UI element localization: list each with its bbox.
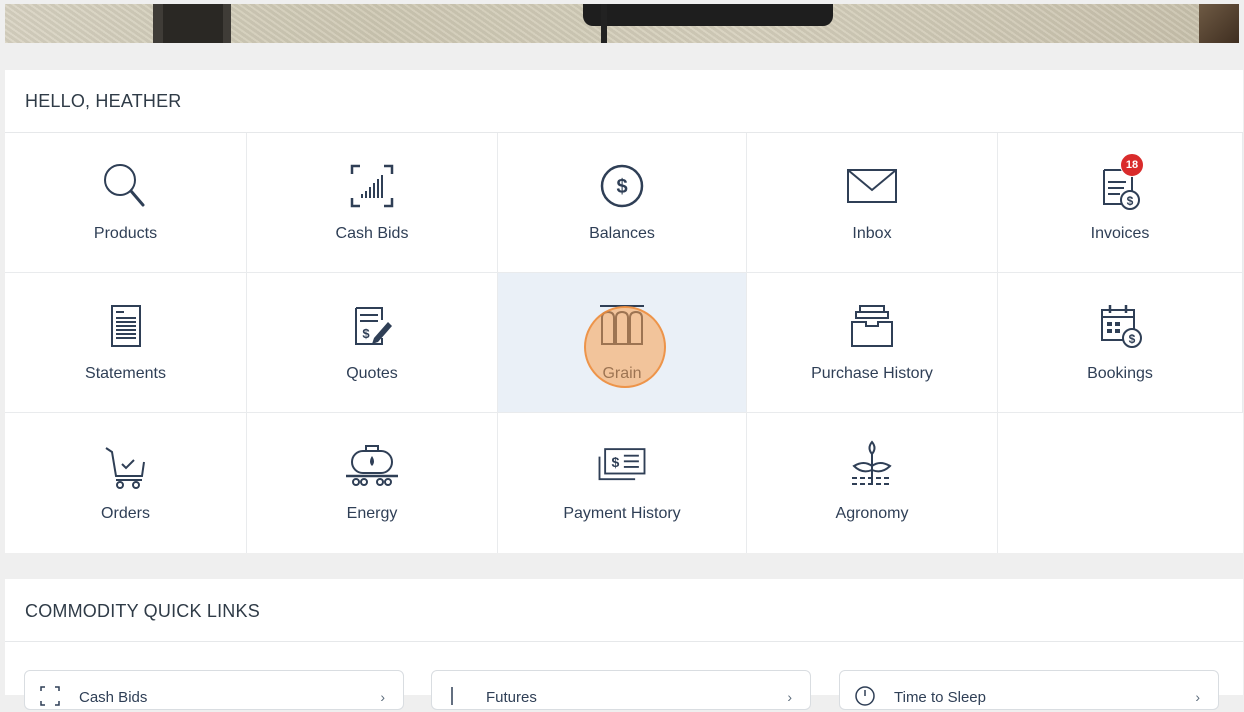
cart-icon	[96, 439, 156, 493]
hero-banner-image	[5, 4, 1239, 43]
grain-bins-icon	[592, 299, 652, 353]
search-icon	[96, 159, 156, 213]
svg-text:$: $	[1129, 332, 1136, 346]
tile-label: Statements	[85, 365, 166, 382]
svg-text:$: $	[612, 454, 620, 470]
quick-link-time-to-sleep[interactable]: Time to Sleep ›	[839, 670, 1219, 710]
tile-label: Quotes	[346, 365, 398, 382]
tile-label: Agronomy	[835, 505, 909, 522]
quick-links-title: COMMODITY QUICK LINKS	[25, 601, 260, 621]
svg-text:$: $	[616, 176, 627, 198]
tile-purchase-history[interactable]: Purchase History	[747, 273, 998, 413]
tile-label: Energy	[346, 505, 398, 522]
statement-icon	[96, 299, 156, 353]
quick-link-label: Futures	[486, 689, 537, 706]
quote-icon: $	[342, 299, 402, 353]
dollar-circle-icon: $	[592, 159, 652, 213]
svg-text:$: $	[1127, 194, 1134, 208]
quick-link-cash-bids[interactable]: Cash Bids ›	[24, 670, 404, 710]
tile-bookings[interactable]: $ Bookings	[998, 273, 1243, 413]
invoice-icon: $ 18	[1090, 153, 1150, 213]
envelope-icon	[842, 159, 902, 213]
tile-products[interactable]: Products	[5, 133, 247, 273]
tile-quotes[interactable]: $ Quotes	[247, 273, 498, 413]
clock-icon	[854, 685, 876, 712]
tanker-icon	[342, 439, 402, 493]
calendar-dollar-icon: $	[1090, 299, 1150, 353]
tile-invoices[interactable]: $ 18 Invoices	[998, 133, 1243, 273]
tile-payment-history[interactable]: $ Payment History	[498, 413, 747, 553]
tile-label: Orders	[101, 505, 150, 522]
cash-bids-chart-icon	[39, 685, 61, 712]
tile-agronomy[interactable]: Agronomy	[747, 413, 998, 553]
tile-inbox[interactable]: Inbox	[747, 133, 998, 273]
tile-balances[interactable]: $ Balances	[498, 133, 747, 273]
tile-grain[interactable]: Grain	[498, 273, 747, 413]
tile-label: Inbox	[852, 225, 892, 242]
quick-link-label: Time to Sleep	[894, 689, 986, 706]
invoices-count-badge: 18	[1120, 153, 1144, 177]
svg-text:$: $	[362, 326, 370, 341]
tile-label: Grain	[602, 365, 642, 382]
tile-label: Invoices	[1090, 225, 1150, 242]
tile-empty	[998, 413, 1243, 553]
dashboard-tile-grid: Products Cash Bids $ Balances Inbox $ 18	[5, 133, 1243, 553]
chevron-right-icon: ›	[787, 689, 792, 705]
payment-bills-icon: $	[592, 439, 652, 493]
tile-label: Products	[93, 225, 158, 242]
dashboard-card: HELLO, HEATHER Products Cash Bids $ Bala…	[5, 70, 1243, 553]
tile-energy[interactable]: Energy	[247, 413, 498, 553]
tile-label: Cash Bids	[335, 225, 409, 242]
tile-label: Purchase History	[811, 365, 933, 382]
tile-label: Payment History	[563, 505, 681, 522]
tile-label: Bookings	[1087, 365, 1153, 382]
plant-icon	[842, 439, 902, 493]
chevron-right-icon: ›	[380, 689, 385, 705]
quick-link-futures[interactable]: Futures ›	[431, 670, 811, 710]
tile-orders[interactable]: Orders	[5, 413, 247, 553]
futures-icon	[446, 685, 468, 712]
tile-cash-bids[interactable]: Cash Bids	[247, 133, 498, 273]
file-box-icon	[842, 299, 902, 353]
cash-bids-chart-icon	[342, 159, 402, 213]
chevron-right-icon: ›	[1195, 689, 1200, 705]
greeting-title: HELLO, HEATHER	[25, 91, 182, 111]
quick-link-label: Cash Bids	[79, 689, 148, 706]
tile-label: Balances	[589, 225, 655, 242]
tile-statements[interactable]: Statements	[5, 273, 247, 413]
